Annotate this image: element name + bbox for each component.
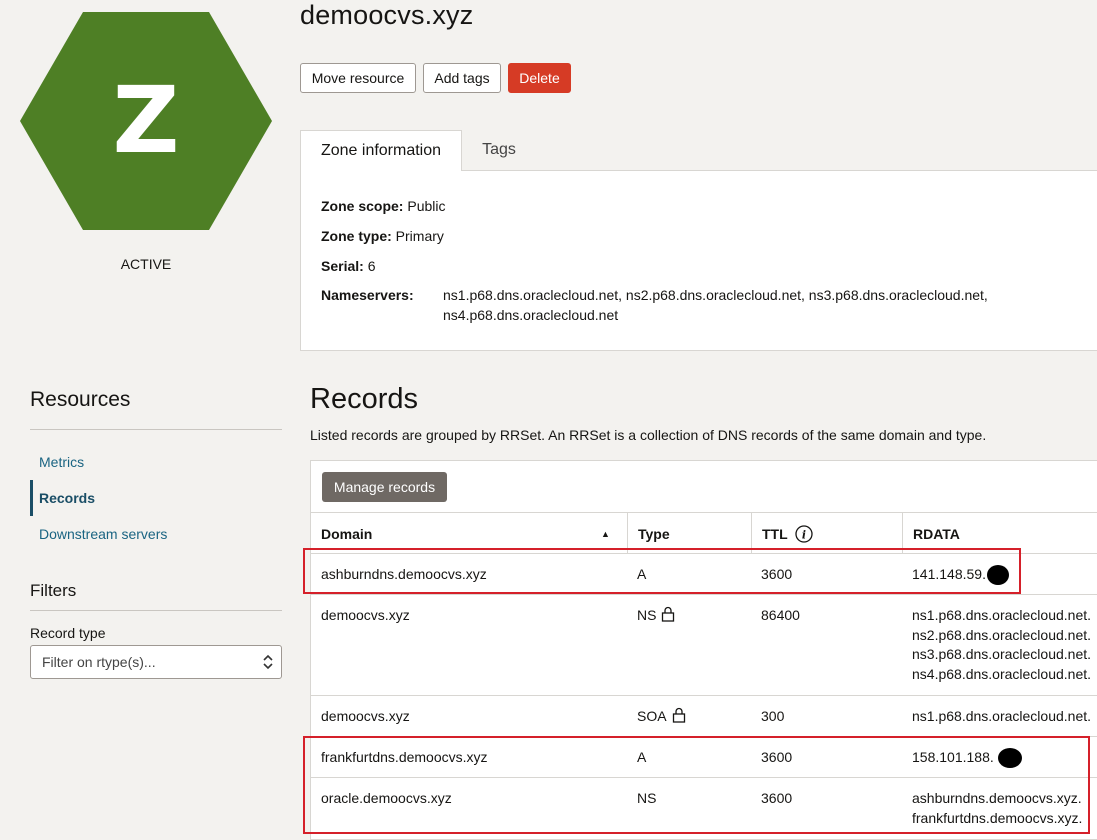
- sidebar-item-downstream-servers[interactable]: Downstream servers: [39, 526, 167, 542]
- column-label: Domain: [321, 526, 373, 542]
- type-label: SOA: [637, 708, 667, 724]
- nameservers-row: Nameservers: ns1.p68.dns.oraclecloud.net…: [321, 285, 1097, 329]
- record-type-placeholder: Filter on rtype(s)...: [42, 654, 156, 670]
- record-type-select[interactable]: Filter on rtype(s)...: [30, 645, 282, 679]
- cell-domain: demoocvs.xyz: [321, 607, 410, 623]
- chevron-up-down-icon: [263, 654, 273, 670]
- serial-value: 6: [367, 258, 376, 274]
- zone-avatar: Z: [20, 12, 272, 230]
- record-type-label: Record type: [30, 625, 106, 641]
- serial-row: Serial: 6: [321, 258, 376, 274]
- highlight-box: [303, 548, 1021, 594]
- divider: [30, 429, 282, 430]
- rdata-line: ns3.p68.dns.oraclecloud.net.: [912, 646, 1092, 662]
- records-heading: Records: [310, 383, 418, 415]
- nameservers-line: ns4.p68.dns.oraclecloud.net: [443, 307, 619, 323]
- records-description: Listed records are grouped by RRSet. An …: [310, 427, 987, 443]
- page-title: demoocvs.xyz: [300, 0, 474, 30]
- cell-ttl: 86400: [761, 607, 800, 623]
- cell-rdata: ns1.p68.dns.oraclecloud.net.: [912, 708, 1092, 724]
- active-indicator: [30, 480, 33, 516]
- zone-scope-row: Zone scope: Public: [321, 198, 446, 214]
- sidebar-item-metrics[interactable]: Metrics: [39, 454, 84, 470]
- avatar-letter: Z: [113, 67, 180, 174]
- cell-domain: demoocvs.xyz: [321, 708, 410, 724]
- column-label: TTL: [762, 526, 788, 542]
- sidebar-item-records[interactable]: Records: [39, 490, 95, 506]
- tab-tags[interactable]: Tags: [462, 130, 536, 171]
- tab-zone-information[interactable]: Zone information: [300, 130, 462, 171]
- lock-icon: [662, 606, 675, 622]
- rdata-line: ns4.p68.dns.oraclecloud.net.: [912, 665, 1092, 682]
- table-row: demoocvs.xyz NS 86400 ns1.p68.dns.oracle…: [311, 595, 1097, 696]
- add-tags-button[interactable]: Add tags: [423, 63, 501, 93]
- zone-scope-label: Zone scope:: [321, 198, 404, 214]
- filters-heading: Filters: [30, 581, 77, 600]
- table-row: demoocvs.xyz SOA 300 ns1.p68.dns.oraclec…: [311, 696, 1097, 737]
- serial-label: Serial:: [321, 258, 364, 274]
- zone-status: ACTIVE: [120, 256, 172, 272]
- type-label: NS: [637, 607, 657, 623]
- zone-type-value: Primary: [395, 228, 444, 244]
- svg-text:i: i: [802, 529, 806, 542]
- cell-rdata: ns1.p68.dns.oraclecloud.net. ns2.p68.dns…: [912, 595, 1097, 684]
- zone-type-label: Zone type:: [321, 228, 392, 244]
- resources-heading: Resources: [30, 388, 131, 411]
- info-icon[interactable]: i: [795, 525, 813, 543]
- cell-type: NS: [637, 595, 675, 626]
- highlight-box: [303, 736, 1090, 834]
- cell-type: SOA: [637, 696, 686, 727]
- move-resource-button[interactable]: Move resource: [300, 63, 416, 93]
- nameservers-line: ns1.p68.dns.oraclecloud.net, ns2.p68.dns…: [443, 287, 988, 303]
- divider: [30, 610, 282, 611]
- rdata-line: ns2.p68.dns.oraclecloud.net.: [912, 626, 1092, 643]
- nameservers-label: Nameservers:: [321, 287, 414, 303]
- zone-scope-value: Public: [407, 198, 446, 214]
- delete-button[interactable]: Delete: [508, 63, 571, 93]
- lock-icon: [672, 707, 685, 723]
- nameservers-value: ns1.p68.dns.oraclecloud.net, ns2.p68.dns…: [443, 285, 1033, 325]
- rdata-line: ns1.p68.dns.oraclecloud.net.: [912, 607, 1092, 623]
- zone-type-row: Zone type: Primary: [321, 228, 444, 244]
- zone-info-panel: Zone scope: Public Zone type: Primary Se…: [300, 170, 1097, 351]
- cell-ttl: 300: [761, 708, 785, 724]
- manage-records-button[interactable]: Manage records: [322, 472, 447, 502]
